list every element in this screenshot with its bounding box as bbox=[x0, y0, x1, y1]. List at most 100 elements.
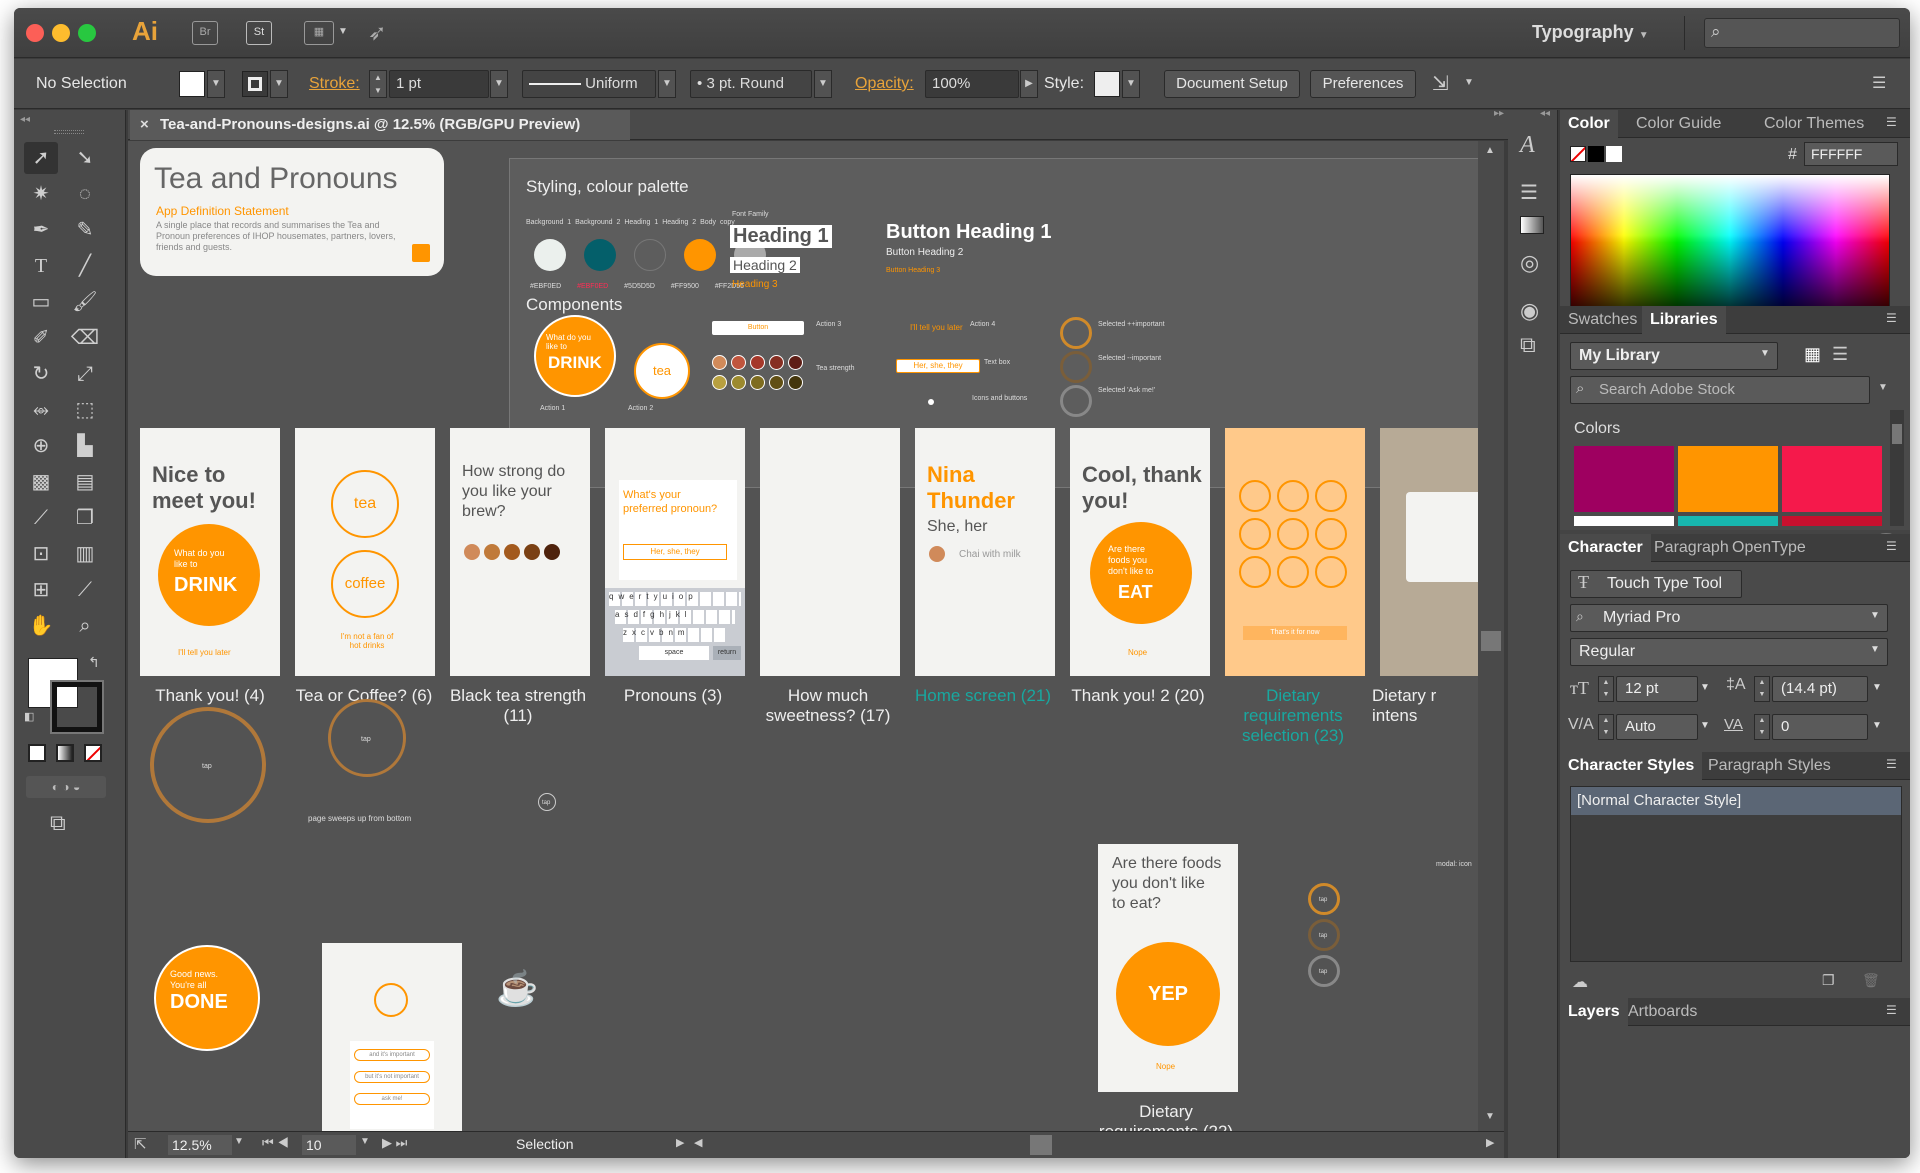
gradient-tool-icon[interactable]: ▤ bbox=[68, 466, 102, 498]
direct-selection-tool-icon[interactable]: ➘ bbox=[68, 142, 102, 174]
stock-button[interactable]: St bbox=[246, 21, 272, 45]
pronoun-input[interactable]: Her, she, they bbox=[623, 544, 727, 560]
minimize-window-button[interactable] bbox=[52, 24, 70, 42]
tab-paragraph-styles[interactable]: Paragraph Styles bbox=[1700, 752, 1839, 780]
close-window-button[interactable] bbox=[26, 24, 44, 42]
panel-menu-icon[interactable]: ☰ bbox=[1886, 1003, 1897, 1017]
screen-mode-icon[interactable]: ⧉ bbox=[50, 810, 66, 836]
select-similar-icon[interactable]: ⇲ bbox=[1432, 71, 1449, 96]
gpu-rocket-icon[interactable]: ➶ bbox=[368, 20, 386, 46]
font-style-select[interactable]: Regular bbox=[1570, 638, 1888, 666]
done-circle[interactable]: Good news. You're all DONE bbox=[154, 945, 260, 1051]
chevron-down-icon[interactable]: ▼ bbox=[1700, 682, 1710, 693]
screen-pronouns[interactable]: What's your preferred pronoun? Her, she,… bbox=[605, 428, 745, 676]
trash-icon[interactable]: 🗑 bbox=[1862, 972, 1880, 989]
font-size-field[interactable]: 12 pt bbox=[1616, 676, 1698, 702]
paintbrush-tool-icon[interactable]: 🖌 bbox=[68, 286, 102, 318]
drawing-modes-icon[interactable]: ◐ ◑ ◒ bbox=[26, 776, 106, 798]
library-scrollbar[interactable] bbox=[1890, 410, 1904, 526]
screen-importance[interactable]: and it's important but it's not importan… bbox=[322, 943, 462, 1131]
swap-colors-icon[interactable]: ↰ bbox=[88, 654, 100, 671]
eyedropper-tool-icon[interactable]: ⟋ bbox=[24, 502, 58, 534]
line-tool-icon[interactable]: ╱ bbox=[68, 250, 102, 282]
zoom-field[interactable]: 12.5% bbox=[168, 1135, 232, 1155]
shaper-tool-icon[interactable]: ✐ bbox=[24, 322, 58, 354]
stroke-dropdown[interactable]: ▼ bbox=[270, 70, 288, 98]
screen-thank-you[interactable]: Nice to meet you! What do you like to DR… bbox=[140, 428, 280, 676]
important-option[interactable]: and it's important bbox=[354, 1049, 430, 1061]
chevron-down-icon[interactable]: ▼ bbox=[1464, 77, 1474, 88]
drink-circle[interactable]: What do you like to DRINK bbox=[534, 315, 616, 397]
title-card[interactable]: Tea and Pronouns App Definition Statemen… bbox=[140, 148, 444, 276]
eraser-tool-icon[interactable]: ⌫ bbox=[68, 322, 102, 354]
selection-tool-icon[interactable]: ➚ bbox=[24, 142, 58, 174]
yep-button[interactable]: YEP bbox=[1116, 942, 1220, 1046]
brush-definition[interactable]: • 3 pt. Round bbox=[690, 70, 812, 98]
artboard-canvas[interactable]: Tea and Pronouns App Definition Statemen… bbox=[128, 141, 1478, 1131]
transform-icon[interactable]: ⧉ bbox=[1520, 332, 1536, 358]
chevron-down-icon[interactable]: ▼ bbox=[1872, 720, 1882, 731]
tab-opentype[interactable]: OpenType bbox=[1724, 534, 1814, 562]
menu-lines-icon[interactable]: ☰ bbox=[1520, 180, 1538, 205]
stroke-weight-dropdown[interactable]: ▼ bbox=[490, 70, 508, 98]
zoom-tool-icon[interactable]: ⌕ bbox=[68, 610, 102, 642]
scale-tool-icon[interactable]: ⤢ bbox=[68, 358, 102, 390]
screen-dietary[interactable]: Are there foods you don't like to eat? Y… bbox=[1098, 844, 1238, 1092]
free-transform-tool-icon[interactable]: ⬚ bbox=[68, 394, 102, 426]
keyboard[interactable]: qwertyuiop asdfghjkl zxcvbnm space retur… bbox=[605, 588, 745, 676]
mesh-tool-icon[interactable]: ▩ bbox=[24, 466, 58, 498]
panel-menu-icon[interactable]: ☰ bbox=[1886, 311, 1897, 325]
preferences-button[interactable]: Preferences bbox=[1310, 70, 1416, 98]
drink-circle[interactable]: What do you like to DRINK bbox=[158, 524, 260, 626]
stock-search-input[interactable]: Search Adobe Stock bbox=[1570, 376, 1870, 404]
library-select[interactable]: My Library bbox=[1570, 342, 1778, 370]
library-swatch-magenta[interactable] bbox=[1574, 446, 1674, 512]
gradient-panel-icon[interactable] bbox=[1520, 216, 1544, 234]
tab-color-guide[interactable]: Color Guide bbox=[1628, 110, 1729, 138]
tab-character[interactable]: Character bbox=[1560, 534, 1651, 562]
panel-menu-icon[interactable]: ☰ bbox=[1872, 73, 1886, 93]
color-mode-icon[interactable] bbox=[28, 744, 46, 762]
width-tool-icon[interactable]: ⥈ bbox=[24, 394, 58, 426]
default-colors-icon[interactable]: ◧ bbox=[24, 710, 34, 723]
brush-dropdown[interactable]: ▼ bbox=[814, 70, 832, 98]
chevron-down-icon[interactable]: ▼ bbox=[1870, 610, 1880, 621]
font-size-stepper[interactable]: ▲ ▼ bbox=[1598, 676, 1614, 702]
artboard-number-field[interactable]: 10 bbox=[302, 1135, 356, 1155]
font-family-select[interactable]: Myriad Pro bbox=[1570, 604, 1888, 632]
tap-ring-less[interactable]: tap bbox=[1308, 919, 1340, 951]
tea-option[interactable]: tea bbox=[331, 470, 399, 538]
chevron-down-icon[interactable]: ▼ bbox=[338, 26, 348, 37]
none-color-icon[interactable] bbox=[1570, 146, 1586, 162]
appearance-icon[interactable]: ◉ bbox=[1520, 298, 1539, 324]
hscroll-thumb[interactable] bbox=[1030, 1135, 1052, 1155]
bridge-button[interactable]: Br bbox=[192, 21, 218, 45]
expand-icon[interactable]: ◂◂ bbox=[1540, 108, 1550, 119]
rectangle-tool-icon[interactable]: ▭ bbox=[24, 286, 58, 318]
collapse-icon[interactable]: ◂◂ bbox=[20, 114, 30, 125]
screen-dietary-intensity[interactable] bbox=[1380, 428, 1478, 676]
food-icon-grid[interactable] bbox=[1239, 480, 1351, 590]
stroke-label[interactable]: Stroke: bbox=[309, 75, 360, 93]
curvature-tool-icon[interactable]: ✎ bbox=[68, 214, 102, 246]
style-dropdown[interactable]: ▼ bbox=[1122, 70, 1140, 98]
color-spectrum[interactable] bbox=[1570, 174, 1890, 326]
library-swatch-teal[interactable] bbox=[1678, 516, 1778, 526]
chevron-down-icon[interactable]: ▼ bbox=[1878, 382, 1888, 393]
transparency-icon[interactable]: ◎ bbox=[1520, 250, 1539, 276]
artboard-tool-icon[interactable]: ⊞ bbox=[24, 574, 58, 606]
symbol-sprayer-tool-icon[interactable]: ⊡ bbox=[24, 538, 58, 570]
status-menu-icon[interactable]: ▶ bbox=[676, 1136, 684, 1149]
lasso-tool-icon[interactable]: ◌ bbox=[68, 178, 102, 210]
pen-tool-icon[interactable]: ✒ bbox=[24, 214, 58, 246]
blend-tool-icon[interactable]: ❐ bbox=[68, 502, 102, 534]
normal-character-style[interactable]: [Normal Character Style] bbox=[1571, 787, 1901, 815]
kerning-field[interactable]: Auto bbox=[1616, 714, 1698, 740]
column-graph-tool-icon[interactable]: ▥ bbox=[68, 538, 102, 570]
black-color-icon[interactable] bbox=[1588, 146, 1604, 162]
tab-character-styles[interactable]: Character Styles bbox=[1560, 752, 1703, 780]
leading-stepper[interactable]: ▲ ▼ bbox=[1754, 676, 1770, 702]
hex-input[interactable]: FFFFFF bbox=[1804, 142, 1898, 166]
nope-link[interactable]: Nope bbox=[1128, 648, 1147, 657]
gradient-mode-icon[interactable] bbox=[56, 744, 74, 762]
